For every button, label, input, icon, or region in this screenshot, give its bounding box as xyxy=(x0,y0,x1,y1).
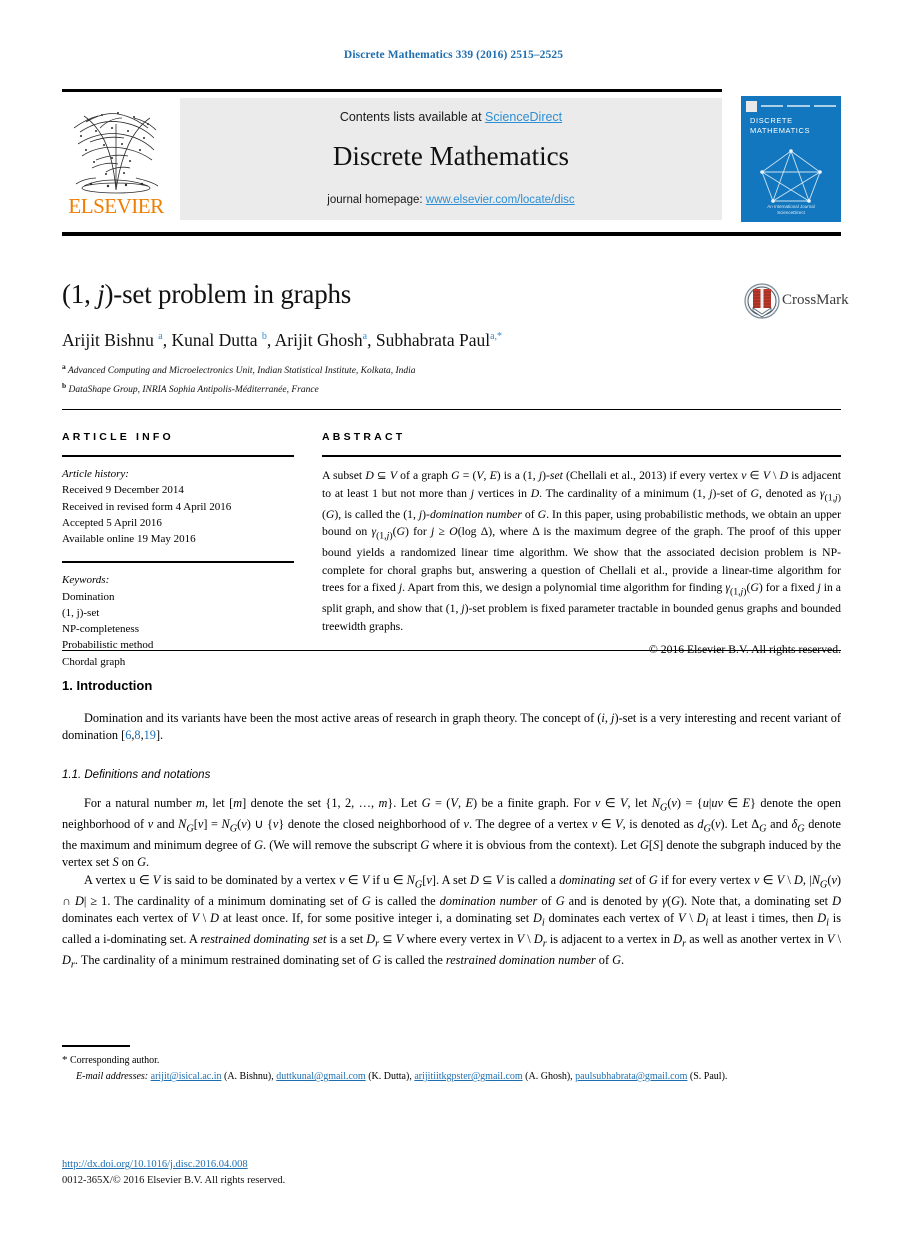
keyword-item: Domination xyxy=(62,590,115,603)
article-history-label: Article history: xyxy=(62,468,129,480)
title-post: )-set problem in graphs xyxy=(104,279,352,309)
abstract-panel: ABSTRACT A subset D ⊆ V of a graph G = (… xyxy=(322,431,841,656)
corresponding-author-text: Corresponding author. xyxy=(70,1055,160,1066)
doi-link[interactable]: http://dx.doi.org/10.1016/j.disc.2016.04… xyxy=(62,1159,248,1170)
running-head: Discrete Mathematics 339 (2016) 2515–252… xyxy=(343,49,564,61)
title-pre: (1, xyxy=(62,279,98,309)
keyword-item: Probabilistic method xyxy=(62,639,154,652)
abstract-bottom-rule xyxy=(62,650,841,651)
corresponding-author-note: * Corresponding author. xyxy=(62,1052,841,1069)
email-link-dutta[interactable]: duttkunal@gmail.com xyxy=(276,1071,365,1082)
cover-tiny-rule xyxy=(787,105,810,107)
keyword-item: Chordal graph xyxy=(62,655,126,668)
article-info-panel: ARTICLE INFO Article history: Received 9… xyxy=(62,431,294,670)
section-heading-definitions: 1.1. Definitions and notations xyxy=(62,768,211,781)
footnotes: * Corresponding author. E-mail addresses… xyxy=(62,1052,841,1085)
journal-homepage-link[interactable]: www.elsevier.com/locate/disc xyxy=(426,194,575,206)
abstract-text: A subset D ⊆ V of a graph G = (V, E) is … xyxy=(322,469,842,633)
masthead-box: Contents lists available at ScienceDirec… xyxy=(180,98,722,220)
issn-copyright-line: 0012-365X/© 2016 Elsevier B.V. All right… xyxy=(62,1175,286,1186)
paper-page: Discrete Mathematics 339 (2016) 2515–252… xyxy=(0,0,907,1238)
email-link-bishnu[interactable]: arijit@isical.ac.in xyxy=(151,1071,222,1082)
contents-prefix: Contents lists available at xyxy=(339,110,486,124)
email-label: E-mail addresses: xyxy=(76,1071,149,1083)
article-body: 1. Introduction Domination and its varia… xyxy=(62,678,841,973)
header-bottom-rule xyxy=(62,232,841,236)
affiliation-b-text: DataShape Group, INRIA Sophia Antipolis-… xyxy=(68,384,319,395)
homepage-line: journal homepage: www.elsevier.com/locat… xyxy=(180,194,722,206)
cover-tiny-rule xyxy=(761,105,784,107)
email-addresses-note: E-mail addresses: arijit@isical.ac.in (A… xyxy=(76,1071,728,1083)
cover-elsevier-mark-icon xyxy=(746,100,757,112)
journal-name: Discrete Mathematics xyxy=(332,141,570,171)
crossmark-icon xyxy=(744,283,780,319)
title-italic-j: j xyxy=(97,279,105,309)
email-owner-paul: (S. Paul). xyxy=(689,1071,728,1083)
article-info-rule xyxy=(62,455,294,457)
page-title: (1, j)-set problem in graphs xyxy=(62,279,351,310)
crossmark-badge[interactable]: CrossMark xyxy=(744,283,849,321)
keywords-label: Keywords: xyxy=(62,574,110,587)
history-item: Received 9 December 2014 xyxy=(62,484,184,497)
asterisk-icon: * xyxy=(62,1054,68,1066)
article-history: Article history: Received 9 December 201… xyxy=(62,466,294,547)
affiliation-a-text: Advanced Computing and Microelectronics … xyxy=(67,366,416,377)
definitions-paragraph-2: A vertex u ∈ V is said to be dominated b… xyxy=(62,872,842,971)
contents-line: Contents lists available at ScienceDirec… xyxy=(180,110,722,124)
keywords-block: Keywords: Domination (1, j)-set NP-compl… xyxy=(62,572,294,670)
author-list: Arijit Bishnu a, Kunal Dutta b, Arijit G… xyxy=(62,330,503,350)
elsevier-tree-icon xyxy=(66,98,166,194)
email-owner-dutta: (K. Dutta) xyxy=(368,1071,410,1083)
masthead-top-rule xyxy=(62,89,722,92)
affiliation-a: a Advanced Computing and Microelectronic… xyxy=(62,362,416,377)
abstract-heading: ABSTRACT xyxy=(322,431,406,443)
crossmark-label: CrossMark xyxy=(782,292,849,308)
abstract-rule xyxy=(322,455,841,457)
homepage-prefix: journal homepage: xyxy=(327,194,426,206)
journal-cover-image: DISCRETE MATHEMATICS An International Jo… xyxy=(741,96,841,222)
cover-title: DISCRETE MATHEMATICS xyxy=(750,116,810,136)
email-owner-bishnu: (A. Bishnu) xyxy=(223,1071,272,1083)
cover-footer: An International Journal ScienceDirect xyxy=(741,204,841,218)
keyword-item: (1, j)-set xyxy=(62,606,100,619)
elsevier-logo: ELSEVIER xyxy=(62,98,170,220)
keywords-rule xyxy=(62,561,294,564)
keyword-item: NP-completeness xyxy=(62,623,139,636)
cover-title-line2: MATHEMATICS xyxy=(750,126,811,136)
article-info-heading: ARTICLE INFO xyxy=(62,431,174,443)
cover-title-line1: DISCRETE xyxy=(750,116,793,125)
pentagram-graph-icon xyxy=(759,148,823,204)
cover-footer-line1: An International Journal xyxy=(767,203,815,209)
history-item: Accepted 5 April 2016 xyxy=(62,516,162,529)
sciencedirect-link[interactable]: ScienceDirect xyxy=(485,110,562,124)
history-item: Available online 19 May 2016 xyxy=(62,533,196,546)
section-heading-introduction: 1. Introduction xyxy=(62,678,153,693)
elsevier-wordmark: ELSEVIER xyxy=(68,194,164,218)
cover-tiny-rule xyxy=(813,105,836,107)
affiliation-b: b DataShape Group, INRIA Sophia Antipoli… xyxy=(62,380,319,395)
email-link-paul[interactable]: paulsubhabrata@gmail.com xyxy=(575,1071,687,1082)
intro-paragraph: Domination and its variants have been th… xyxy=(62,711,841,743)
footnote-rule xyxy=(62,1045,130,1047)
cover-topbar xyxy=(746,100,836,112)
email-link-ghosh[interactable]: arijitiitkgpster@gmail.com xyxy=(414,1071,522,1082)
definitions-paragraph-1: For a natural number m, let [m] denote t… xyxy=(62,795,841,870)
cover-footer-line2: ScienceDirect xyxy=(777,210,805,216)
email-owner-ghosh: (A. Ghosh) xyxy=(525,1071,571,1083)
journal-masthead: ELSEVIER Contents lists available at Sci… xyxy=(62,98,722,220)
info-top-rule xyxy=(62,409,841,410)
affiliations: a Advanced Computing and Microelectronic… xyxy=(62,361,416,399)
history-item: Received in revised form 4 April 2016 xyxy=(62,500,232,513)
